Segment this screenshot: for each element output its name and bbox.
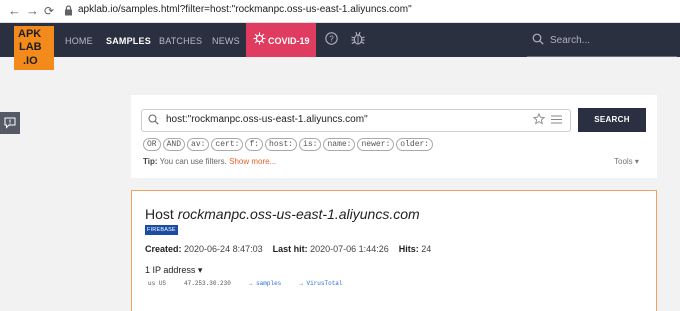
filter-chip-cert[interactable]: cert: [211,138,244,151]
star-icon[interactable] [533,113,545,125]
nav-samples[interactable]: SAMPLES [106,36,151,46]
tools-dropdown[interactable]: Tools ▾ [614,157,639,166]
hits-label: Hits: [398,244,419,254]
caret-down-icon: ▾ [197,265,203,275]
ip-row: us US 47.253.30.230 → samples → VirusTot… [148,280,343,287]
filter-chip-newer[interactable]: newer: [357,138,395,151]
search-tip: Tip: You can use filters. Show more... [143,157,276,166]
filter-chips: OR AND av: cert: f: host: is: name: newe… [143,138,434,151]
back-icon[interactable]: ← [8,3,21,19]
ip-samples-link[interactable]: → samples [249,280,281,287]
logo-line-1: APK [18,28,42,40]
ip-address-toggle[interactable]: 1 IP address ▾ [145,265,202,276]
feedback-tab[interactable] [0,112,20,134]
ip-country: US [158,280,167,287]
last-hit-value: 2020-07-06 1:44:26 [310,244,389,254]
filter-chip-name[interactable]: name: [323,138,356,151]
nav-news[interactable]: NEWS [212,36,240,46]
host-title: Host rockmanpc.oss-us-east-1.aliyuncs.co… [145,206,420,222]
host-title-prefix: Host [145,206,174,222]
lock-icon [65,5,72,16]
svg-text:?: ? [329,34,334,43]
ip-virustotal-link[interactable]: → VirusTotal [299,280,342,287]
ip-virustotal-link-label: VirusTotal [306,280,343,287]
search-button[interactable]: SEARCH [578,108,646,132]
menu-icon[interactable] [551,115,562,124]
tip-label: Tip: [143,157,158,166]
address-url[interactable]: apklab.io/samples.html?filter=host:"rock… [78,4,412,15]
created-label: Created: [145,244,182,254]
tip-text: You can use filters. [159,157,227,166]
search-icon [532,33,544,45]
host-meta: Created: 2020-06-24 8:47:03 Last hit: 20… [145,244,431,254]
tools-label: Tools [614,157,633,166]
logo-line-3: .IO [23,55,38,67]
hits-value: 24 [421,244,432,254]
nav-covid-label[interactable]: COVID-19 [268,36,310,46]
search-query[interactable]: host:"rockmanpc.oss-us-east-1.aliyuncs.c… [166,114,368,125]
nav-home[interactable]: HOME [65,36,93,46]
firebase-badge: FIREBASE [145,225,178,235]
nav-search-input[interactable] [550,32,670,48]
reload-icon[interactable]: ⟳ [44,3,54,19]
bug-icon[interactable] [351,31,365,46]
ip-address: 47.253.30.230 [184,280,231,287]
filter-chip-host[interactable]: host: [265,138,298,151]
caret-down-icon: ▾ [634,157,639,166]
comment-icon [4,117,16,129]
search-box-icon [148,114,159,125]
ip-samples-link-label: samples [256,280,282,287]
host-name: rockmanpc.oss-us-east-1.aliyuncs.com [177,206,420,222]
logo-line-2: LAB [19,41,42,53]
nav-batches[interactable]: BATCHES [159,36,202,46]
forward-icon[interactable]: → [26,3,39,19]
filter-chip-av[interactable]: av: [187,138,210,151]
filter-chip-or[interactable]: OR [143,138,161,151]
ip-address-count: 1 IP address [145,265,196,275]
filter-chip-and[interactable]: AND [162,138,186,151]
help-icon[interactable]: ? [325,32,338,45]
nav-search-underline [527,56,677,57]
virus-icon [253,32,266,45]
filter-chip-f[interactable]: f: [245,138,264,151]
last-hit-label: Last hit: [272,244,308,254]
ip-country-code: us [148,280,156,287]
show-more-link[interactable]: Show more... [229,157,276,166]
filter-chip-older[interactable]: older: [396,138,434,151]
created-value: 2020-06-24 8:47:03 [184,244,263,254]
apklab-logo[interactable]: APK LAB .IO [14,26,54,70]
filter-chip-is[interactable]: is: [299,138,322,151]
